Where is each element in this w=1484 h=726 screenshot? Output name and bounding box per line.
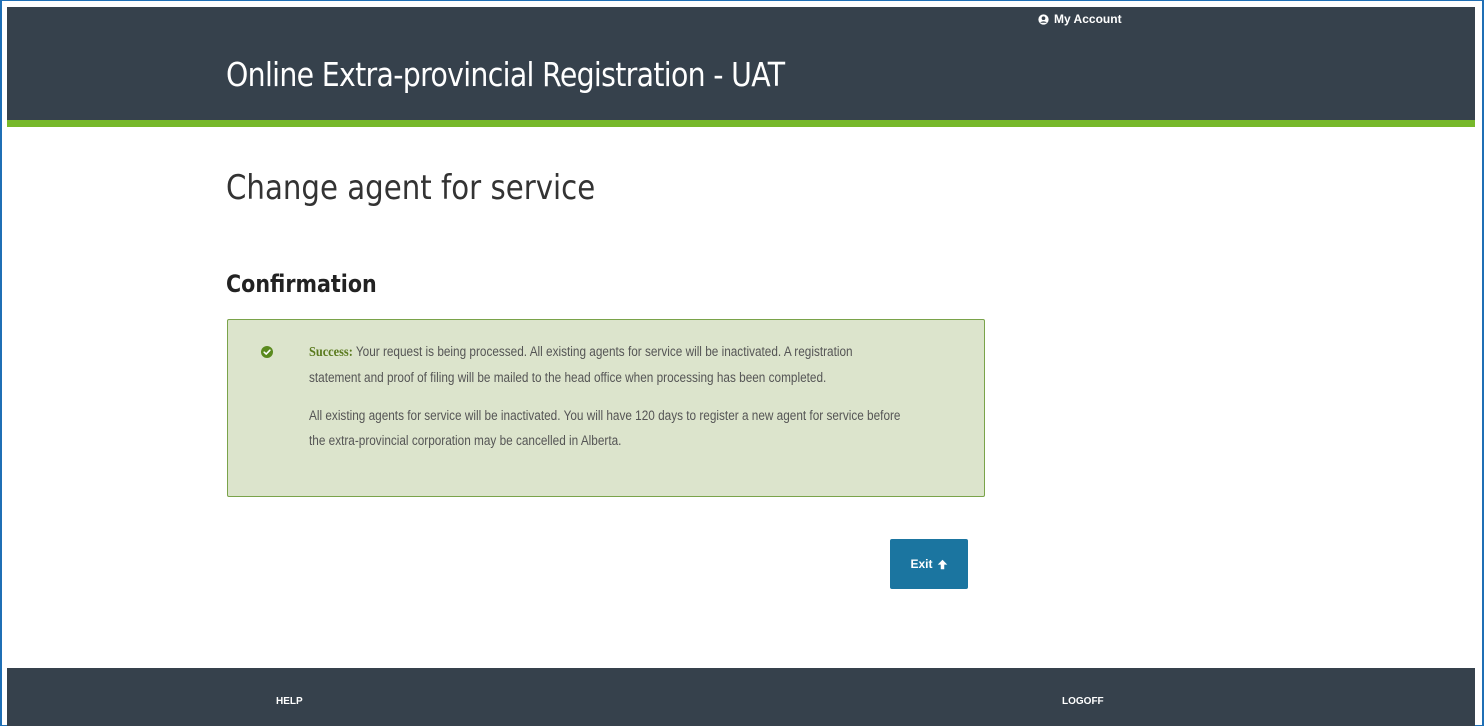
exit-button[interactable]: Exit bbox=[890, 539, 968, 589]
my-account-link[interactable]: My Account bbox=[1038, 12, 1122, 26]
success-label: Success: bbox=[309, 345, 353, 360]
app-title: Online Extra-provincial Registration - U… bbox=[226, 55, 785, 94]
page-title: Change agent for service bbox=[226, 168, 596, 208]
alert-paragraph-1: Success: Your request is being processed… bbox=[309, 339, 907, 390]
user-circle-icon bbox=[1038, 13, 1049, 25]
logoff-link[interactable]: LOGOFF bbox=[1062, 696, 1104, 707]
page-footer bbox=[7, 668, 1475, 726]
success-alert: Success: Your request is being processed… bbox=[227, 319, 985, 497]
alert-message-1: Your request is being processed. All exi… bbox=[309, 344, 853, 385]
header-accent-bar bbox=[7, 120, 1475, 127]
check-circle-icon bbox=[261, 345, 273, 358]
my-account-label: My Account bbox=[1054, 12, 1122, 26]
help-link[interactable]: HELP bbox=[276, 696, 303, 707]
alert-message-2: All existing agents for service will be … bbox=[309, 408, 901, 448]
alert-message: Success: Your request is being processed… bbox=[309, 339, 907, 453]
exit-button-label: Exit bbox=[910, 557, 933, 571]
arrow-up-icon bbox=[937, 559, 948, 570]
section-title: Confirmation bbox=[226, 270, 377, 298]
